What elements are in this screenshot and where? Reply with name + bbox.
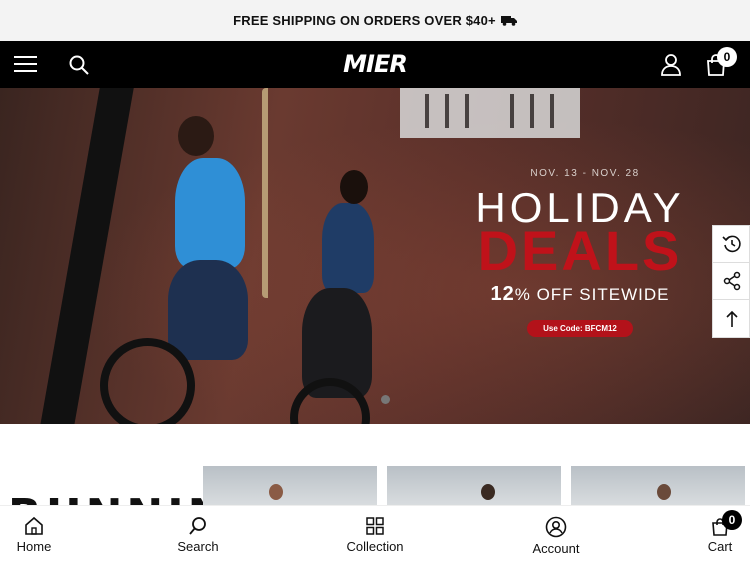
home-icon — [25, 516, 43, 535]
hero-athlete-man-head — [178, 116, 214, 156]
hero-bike-left — [100, 338, 195, 424]
nav-search-label: Search — [177, 539, 219, 554]
site-header: MIER 0 — [0, 41, 750, 88]
back-to-top-icon — [726, 310, 738, 327]
account-icon — [545, 516, 567, 538]
card-athlete — [657, 484, 671, 500]
back-to-top-button[interactable] — [713, 300, 750, 337]
bottom-nav: Home Search Collection Account Cart 0 — [0, 505, 750, 563]
promo-code-pill: Use Code: BFCM12 — [527, 320, 633, 337]
hero-wall-rack — [400, 88, 580, 138]
promo-offer-percent: 12 — [490, 283, 515, 305]
nav-search[interactable]: Search — [164, 506, 232, 563]
hero-athlete-woman-head — [340, 170, 368, 204]
hero-athlete-man — [175, 158, 245, 268]
user-icon[interactable] — [659, 52, 683, 76]
share-button[interactable] — [713, 263, 750, 300]
nav-home[interactable]: Home — [0, 506, 68, 563]
nav-cart-label: Cart — [707, 539, 733, 554]
grid-icon — [366, 517, 384, 535]
promo-offer-text: % OFF SITEWIDE — [514, 285, 670, 304]
nav-collection[interactable]: Collection — [335, 506, 415, 563]
side-tools — [712, 225, 750, 338]
search-icon — [189, 517, 206, 535]
announcement-text: FREE SHIPPING ON ORDERS OVER $40+ — [233, 13, 496, 28]
card-athlete — [269, 484, 283, 500]
cart-count-badge: 0 — [717, 47, 737, 67]
nav-account[interactable]: Account — [520, 506, 592, 563]
nav-cart[interactable]: Cart — [690, 506, 750, 563]
hero-athlete-woman — [322, 203, 374, 293]
hero-promo: NOV. 13 - NOV. 28 HOLIDAY DEALS 12% OFF … — [440, 168, 720, 337]
announcement-bar: FREE SHIPPING ON ORDERS OVER $40+ — [0, 0, 750, 41]
hero-rope — [262, 88, 276, 298]
truck-icon — [500, 16, 517, 26]
nav-collection-label: Collection — [346, 539, 404, 554]
recently-viewed-icon — [722, 235, 741, 253]
promo-dates: NOV. 13 - NOV. 28 — [530, 168, 640, 179]
hero-athlete-man-legs — [168, 260, 248, 360]
hero-banner[interactable]: NOV. 13 - NOV. 28 HOLIDAY DEALS 12% OFF … — [0, 88, 750, 424]
logo[interactable]: MIER — [0, 50, 750, 78]
recently-viewed-button[interactable] — [713, 226, 750, 263]
nav-account-label: Account — [532, 541, 580, 556]
nav-home-label: Home — [16, 539, 52, 554]
promo-subheadline: DEALS — [477, 219, 683, 282]
slider-dot[interactable] — [381, 395, 390, 404]
promo-offer: 12% OFF SITEWIDE — [440, 283, 720, 306]
share-icon — [723, 271, 741, 291]
card-athlete — [481, 484, 495, 500]
nav-cart-badge: 0 — [722, 510, 742, 530]
